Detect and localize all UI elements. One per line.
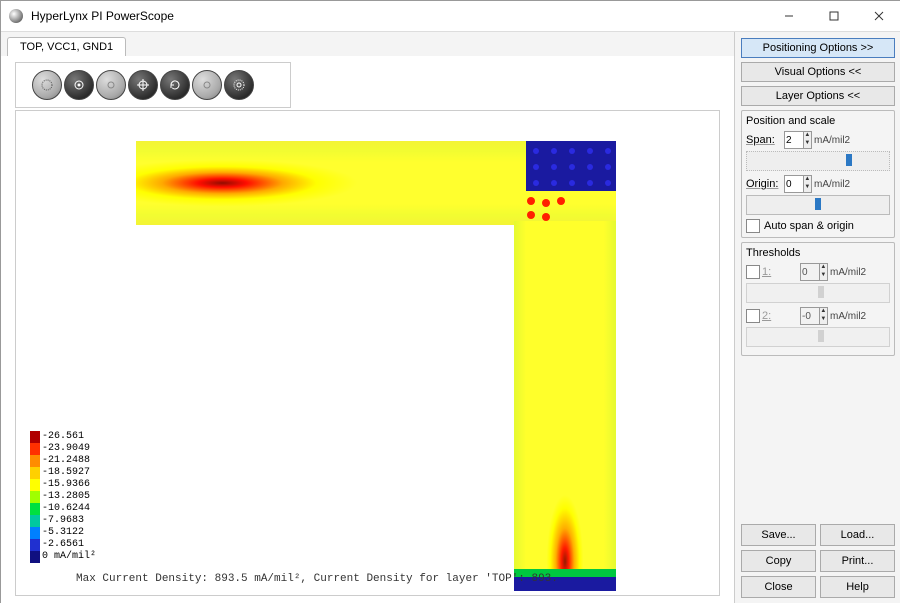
reset-icon[interactable] [192,70,222,100]
action-buttons: Save... Load... Copy Print... Close Help [741,524,895,598]
origin-stepper[interactable]: ▲▼ [784,175,812,193]
minimize-button[interactable] [766,1,811,31]
origin-slider[interactable] [746,195,890,215]
thresholds-group: Thresholds 1: ▲▼ mA/mil2 2: ▲▼ mA/mil2 [741,242,895,356]
threshold2-checkbox[interactable] [746,309,760,323]
heatmap-horizontal-trace [136,141,616,225]
maximize-button[interactable] [811,1,856,31]
origin-label: Origin: [746,178,782,190]
chevron-down-icon: ▼ [804,184,811,192]
color-legend: -26.561 -23.9049 -21.2488 -18.5927 -15.9… [30,431,96,563]
window-title: HyperLynx PI PowerScope [31,9,766,23]
layer-options-button[interactable]: Layer Options << [741,86,895,106]
threshold1-slider[interactable] [746,283,890,303]
zoom-fit-icon[interactable] [64,70,94,100]
target-icon[interactable] [224,70,254,100]
app-icon [9,9,23,23]
positioning-options-button[interactable]: Positioning Options >> [741,38,895,58]
titlebar: HyperLynx PI PowerScope [1,1,900,32]
load-button[interactable]: Load... [820,524,895,546]
thresholds-title: Thresholds [746,247,890,259]
heatmap-vertical-trace [514,221,616,591]
zoom-area-icon[interactable] [32,70,62,100]
close-window-button[interactable] [856,1,900,31]
refresh-icon[interactable] [160,70,190,100]
close-button[interactable]: Close [741,576,816,598]
tab-top-vcc1-gnd1[interactable]: TOP, VCC1, GND1 [7,37,126,56]
chevron-up-icon: ▲ [804,176,811,184]
app-window: HyperLynx PI PowerScope TOP, VCC1, GND1 [0,0,900,603]
position-scale-group: Position and scale Span: ▲▼ mA/mil2 Orig… [741,110,895,238]
threshold1-stepper[interactable]: ▲▼ [800,263,828,281]
chevron-down-icon: ▼ [804,140,811,148]
threshold1-checkbox[interactable] [746,265,760,279]
threshold2-slider[interactable] [746,327,890,347]
tab-row: TOP, VCC1, GND1 [1,32,734,56]
span-slider[interactable] [746,151,890,171]
options-panel: Positioning Options >> Visual Options <<… [735,32,900,603]
pan-icon[interactable] [96,70,126,100]
crosshair-icon[interactable] [128,70,158,100]
position-scale-title: Position and scale [746,115,890,127]
status-line: Max Current Density: 893.5 mA/mil², Curr… [76,573,558,585]
threshold2-stepper[interactable]: ▲▼ [800,307,828,325]
visual-options-button[interactable]: Visual Options << [741,62,895,82]
view-toolbar [15,62,291,108]
auto-span-checkbox[interactable] [746,219,760,233]
threshold1-label: 1: [762,266,798,278]
span-label: Span: [746,134,782,146]
print-button[interactable]: Print... [820,550,895,572]
save-button[interactable]: Save... [741,524,816,546]
span-stepper[interactable]: ▲▼ [784,131,812,149]
threshold2-label: 2: [762,310,798,322]
help-button[interactable]: Help [820,576,895,598]
copy-button[interactable]: Copy [741,550,816,572]
density-plot[interactable]: -26.561 -23.9049 -21.2488 -18.5927 -15.9… [15,110,720,596]
chevron-up-icon: ▲ [804,132,811,140]
